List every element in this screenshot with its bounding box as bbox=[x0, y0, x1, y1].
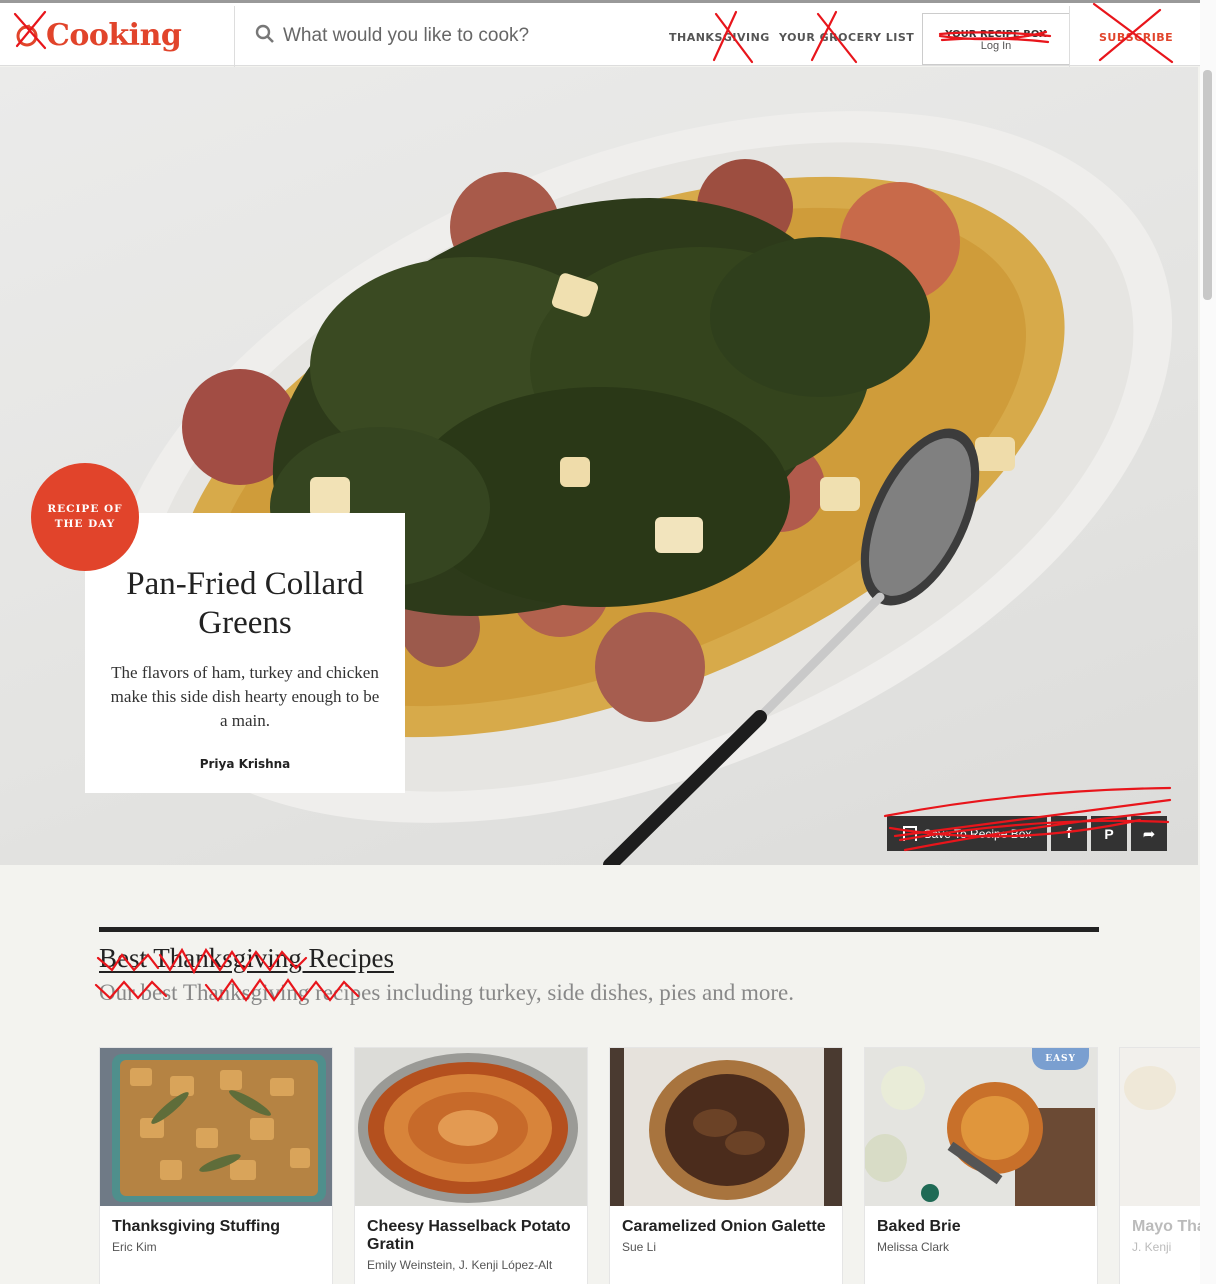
site-header: Cooking THANKSGIVING YOUR GROCERY LIST Y… bbox=[0, 0, 1200, 68]
recipe-thumbnail[interactable]: EASY bbox=[865, 1048, 1097, 1206]
recipe-thumbnail[interactable] bbox=[100, 1048, 332, 1206]
page-scrollbar[interactable] bbox=[1200, 0, 1216, 1284]
recipe-author: Eric Kim bbox=[112, 1240, 157, 1254]
pinterest-share-button[interactable]: P bbox=[1091, 816, 1127, 851]
recipe-box-label: YOUR RECIPE BOX bbox=[945, 29, 1047, 40]
search-bar[interactable] bbox=[255, 21, 585, 51]
hero-recipe-description: The flavors of ham, turkey and chicken m… bbox=[110, 663, 380, 730]
nyt-logo-icon bbox=[12, 20, 42, 50]
logo-text: Cooking bbox=[46, 17, 182, 53]
section-rule bbox=[99, 927, 1099, 932]
pinterest-icon: P bbox=[1104, 825, 1114, 842]
recipe-thumbnail[interactable] bbox=[610, 1048, 842, 1206]
facebook-icon: f bbox=[1066, 825, 1072, 842]
hero-recipe-author[interactable]: Priya Krishna bbox=[107, 757, 383, 771]
share-button[interactable]: ➦ bbox=[1131, 816, 1167, 851]
header-divider bbox=[234, 6, 235, 68]
recipe-carousel: Thanksgiving Stuffing Eric Kim Cheesy Ha… bbox=[99, 1047, 1200, 1284]
recipe-title[interactable]: Mayo Thanksgiving bbox=[1132, 1218, 1200, 1236]
recipe-card[interactable]: Cheesy Hasselback Potato Gratin Emily We… bbox=[354, 1047, 588, 1284]
recipe-card[interactable]: Thanksgiving Stuffing Eric Kim bbox=[99, 1047, 333, 1284]
recipe-author: Sue Li bbox=[622, 1240, 657, 1254]
nav-thanksgiving[interactable]: THANKSGIVING bbox=[669, 31, 770, 44]
facebook-share-button[interactable]: f bbox=[1051, 816, 1087, 851]
login-label: Log In bbox=[980, 40, 1012, 52]
bookmark-icon bbox=[902, 826, 917, 841]
recipe-card[interactable]: Caramelized Onion Galette Sue Li bbox=[609, 1047, 843, 1284]
recipe-author: J. Kenji bbox=[1132, 1240, 1172, 1254]
share-arrow-icon: ➦ bbox=[1142, 825, 1156, 843]
recipe-box-button[interactable]: YOUR RECIPE BOX Log In bbox=[922, 13, 1070, 65]
collection-subtitle: Our best Thanksgiving recipes including … bbox=[99, 980, 794, 1005]
save-button-label: Save To Recipe Box bbox=[923, 826, 1032, 841]
recipe-thumbnail[interactable] bbox=[355, 1048, 587, 1206]
header-divider bbox=[1069, 6, 1070, 68]
hero-recipe-card[interactable]: Pan-Fried Collard Greens The flavors of … bbox=[85, 513, 405, 793]
recipe-of-the-day-badge: RECIPE OF THE DAY bbox=[31, 463, 139, 571]
search-icon[interactable] bbox=[255, 24, 275, 49]
recipe-title[interactable]: Caramelized Onion Galette bbox=[622, 1218, 830, 1236]
recipe-title[interactable]: Thanksgiving Stuffing bbox=[112, 1218, 320, 1236]
recipe-author: Emily Weinstein, J. Kenji López-Alt bbox=[367, 1258, 553, 1272]
save-to-recipe-box-button[interactable]: Save To Recipe Box bbox=[887, 816, 1047, 851]
hero-action-bar: Save To Recipe Box f P ➦ bbox=[887, 816, 1167, 851]
hero-recipe-title[interactable]: Pan-Fried Collard Greens bbox=[107, 565, 383, 643]
recipe-title[interactable]: Baked Brie bbox=[877, 1218, 1085, 1236]
recipe-card[interactable]: EASY Baked Brie Melissa Clark bbox=[864, 1047, 1098, 1284]
easy-badge: EASY bbox=[1032, 1048, 1089, 1070]
subscribe-link[interactable]: SUBSCRIBE bbox=[1099, 31, 1173, 44]
cooking-logo[interactable]: Cooking bbox=[12, 15, 182, 55]
collection-title[interactable]: Best Thanksgiving Recipes bbox=[99, 943, 394, 974]
recipe-card[interactable]: Mayo Thanksgiving J. Kenji bbox=[1119, 1047, 1200, 1284]
recipe-of-the-day-hero[interactable]: RECIPE OF THE DAY Pan-Fried Collard Gree… bbox=[0, 67, 1198, 865]
nav-grocery-list[interactable]: YOUR GROCERY LIST bbox=[779, 31, 914, 44]
scrollbar-thumb[interactable] bbox=[1203, 70, 1212, 300]
recipe-author: Melissa Clark bbox=[877, 1240, 950, 1254]
search-input[interactable] bbox=[281, 24, 585, 48]
recipe-thumbnail[interactable] bbox=[1120, 1048, 1200, 1206]
recipe-title[interactable]: Cheesy Hasselback Potato Gratin bbox=[367, 1218, 575, 1254]
